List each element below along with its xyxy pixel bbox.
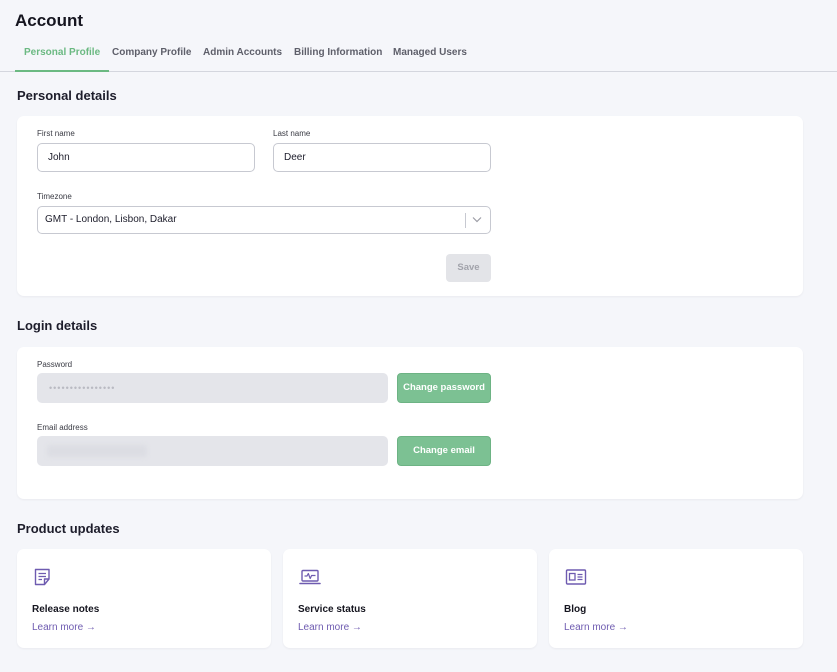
last-name-field[interactable]: Deer xyxy=(273,143,491,172)
redacted-email xyxy=(47,445,147,457)
change-password-button[interactable]: Change password xyxy=(397,373,491,403)
release-notes-learn-more-link[interactable]: Learn more → xyxy=(32,622,96,633)
learn-more-label: Learn more xyxy=(32,622,84,633)
personal-details-card: First name John Last name Deer Timezone … xyxy=(17,116,803,296)
release-notes-card[interactable]: Release notes Learn more → xyxy=(17,549,271,648)
laptop-pulse-icon xyxy=(299,569,321,585)
timezone-value: GMT - London, Lisbon, Dakar xyxy=(45,214,177,225)
login-details-card: Password •••••••••••••••• Change passwor… xyxy=(17,347,803,499)
release-notes-title: Release notes xyxy=(32,604,100,615)
personal-details-heading: Personal details xyxy=(17,88,117,103)
email-field[interactable] xyxy=(37,436,388,466)
service-status-title: Service status xyxy=(298,604,366,615)
timezone-label: Timezone xyxy=(37,192,72,201)
select-divider xyxy=(465,213,466,228)
tab-admin-accounts[interactable]: Admin Accounts xyxy=(203,47,282,72)
service-status-learn-more-link[interactable]: Learn more → xyxy=(298,622,362,633)
document-icon xyxy=(34,568,50,586)
service-status-card[interactable]: Service status Learn more → xyxy=(283,549,537,648)
learn-more-label: Learn more xyxy=(298,622,350,633)
product-updates-heading: Product updates xyxy=(17,521,120,536)
tab-personal-profile[interactable]: Personal Profile xyxy=(15,47,110,72)
arrow-right-icon: → xyxy=(351,622,362,633)
newspaper-icon xyxy=(565,569,587,585)
chevron-down-icon[interactable] xyxy=(472,216,482,223)
arrow-right-icon: → xyxy=(617,622,628,633)
login-details-heading: Login details xyxy=(17,318,98,333)
tab-bar: Personal Profile Company Profile Admin A… xyxy=(0,40,837,72)
tab-company-profile[interactable]: Company Profile xyxy=(112,47,191,72)
password-label: Password xyxy=(37,360,73,369)
blog-learn-more-link[interactable]: Learn more → xyxy=(564,622,628,633)
email-label: Email address xyxy=(37,423,88,432)
first-name-field[interactable]: John xyxy=(37,143,255,172)
tab-billing-information[interactable]: Billing Information xyxy=(294,47,382,72)
first-name-label: First name xyxy=(37,129,75,138)
tab-managed-users[interactable]: Managed Users xyxy=(393,47,467,72)
learn-more-label: Learn more xyxy=(564,622,616,633)
timezone-select[interactable]: GMT - London, Lisbon, Dakar xyxy=(37,206,491,234)
page-title: Account xyxy=(15,11,83,30)
change-email-button[interactable]: Change email xyxy=(397,436,491,466)
blog-card[interactable]: Blog Learn more → xyxy=(549,549,803,648)
password-field[interactable]: •••••••••••••••• xyxy=(37,373,388,403)
last-name-label: Last name xyxy=(273,129,311,138)
blog-title: Blog xyxy=(564,604,587,615)
save-button[interactable]: Save xyxy=(446,254,491,282)
arrow-right-icon: → xyxy=(85,622,96,633)
